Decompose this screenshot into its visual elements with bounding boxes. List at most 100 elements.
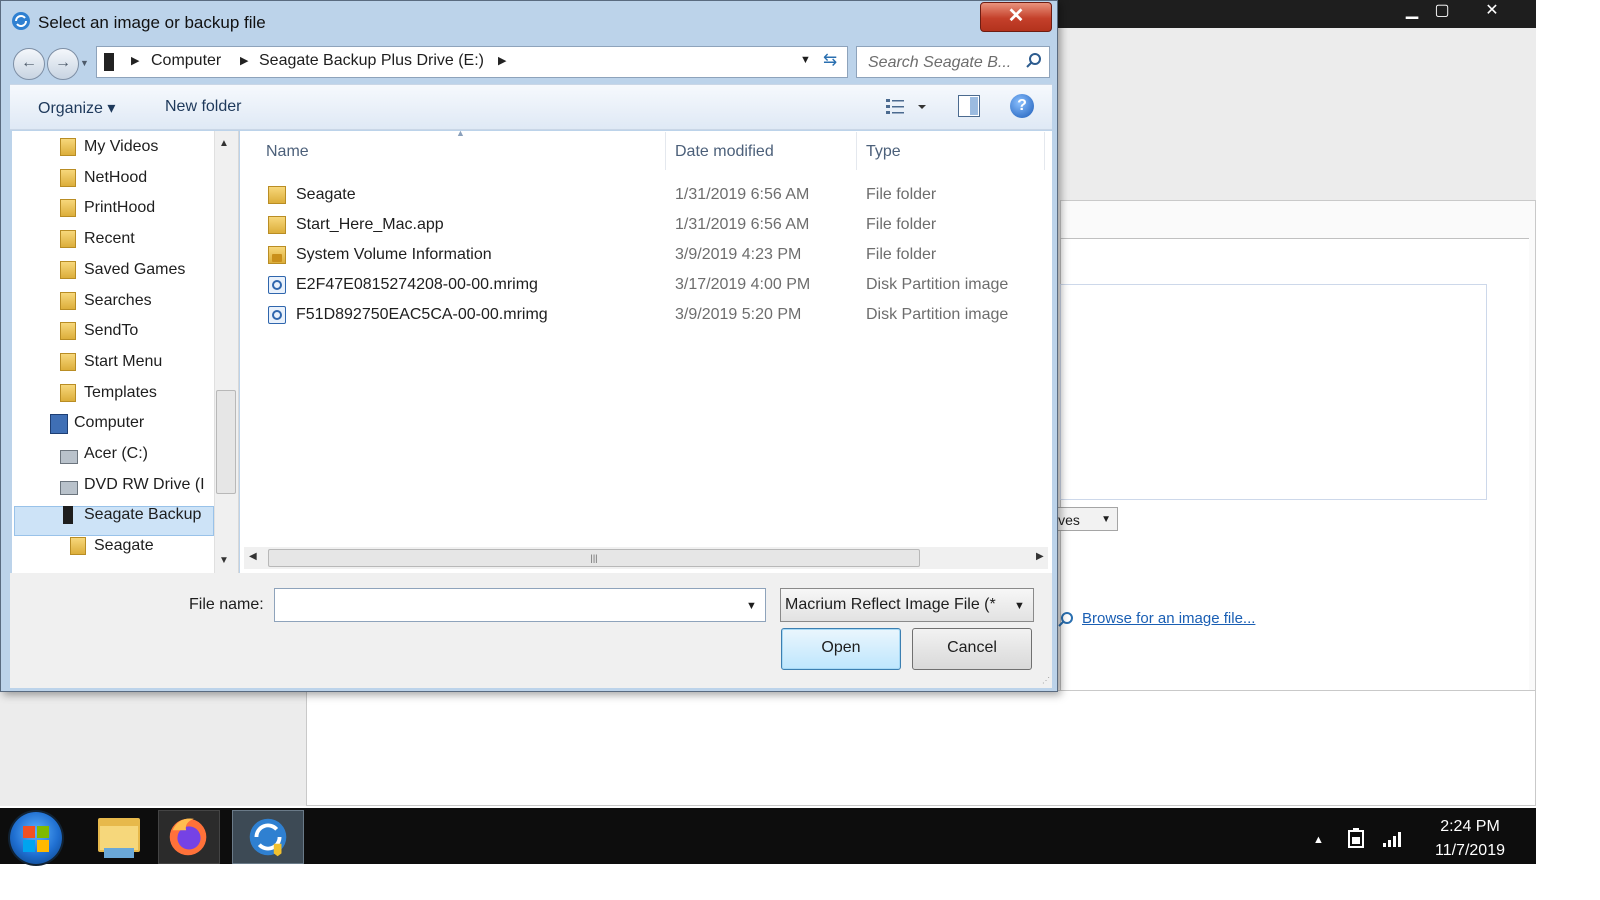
background-lower-panel (306, 690, 1536, 806)
scroll-up-icon[interactable]: ▲ (219, 138, 229, 149)
disk-image-icon (268, 276, 286, 294)
folder-icon (268, 186, 286, 204)
nav-item-label: Start Menu (84, 353, 163, 370)
windows-logo-icon (37, 826, 49, 838)
browse-image-file-link[interactable]: Browse for an image file... (1082, 610, 1255, 627)
breadcrumb-separator-icon[interactable]: ▶ (240, 54, 248, 67)
background-dropdown[interactable]: ives ▼ (1050, 507, 1118, 531)
clock-time[interactable]: 2:24 PM (1420, 818, 1520, 836)
column-divider[interactable] (665, 132, 666, 170)
address-history-dropdown[interactable]: ▼ (800, 54, 811, 66)
new-folder-button[interactable]: New folder (165, 98, 241, 116)
browse-search-icon[interactable] (1057, 610, 1075, 628)
file-type: File folder (866, 216, 937, 233)
locked-folder-icon (268, 246, 286, 264)
back-button[interactable]: ← (13, 48, 45, 80)
file-row[interactable]: F51D892750EAC5CA-00-00.mrimg 3/9/2019 5:2… (260, 301, 1040, 329)
help-icon[interactable]: ? (1010, 94, 1034, 118)
file-date-modified: 3/17/2019 4:00 PM (675, 276, 811, 293)
preview-pane-icon[interactable] (958, 95, 980, 117)
file-name: Start_Here_Mac.app (296, 216, 444, 233)
recent-locations-dropdown[interactable]: ▼ (80, 58, 89, 68)
disk-image-icon (268, 306, 286, 324)
hscrollbar-thumb[interactable]: ||| (268, 549, 920, 567)
file-name: System Volume Information (296, 246, 492, 263)
nav-item-label: Recent (84, 230, 135, 247)
column-header-date-modified[interactable]: Date modified (675, 143, 774, 161)
file-name-input[interactable] (274, 588, 766, 622)
maximize-button[interactable]: ▢ (1420, 0, 1464, 24)
nav-item-label: PrintHood (84, 199, 156, 216)
start-button[interactable] (10, 812, 62, 864)
show-hidden-icons-icon[interactable]: ▲ (1313, 834, 1324, 846)
firefox-icon (169, 818, 207, 856)
column-header-name[interactable]: Name (266, 143, 309, 161)
shortcut-folder-icon (60, 199, 76, 217)
forward-button[interactable]: → (47, 48, 79, 80)
organize-button[interactable]: Organize ▾ (38, 98, 115, 118)
arrow-left-icon: ← (21, 54, 37, 71)
drive-icon (104, 53, 114, 71)
nav-item-label: Seagate (94, 537, 154, 554)
chevron-down-icon: ▼ (1101, 514, 1111, 525)
nav-scrollbar[interactable] (214, 131, 238, 573)
dialog-close-button[interactable]: ✕ (980, 2, 1052, 32)
firefox-taskbar-button[interactable] (158, 810, 220, 864)
folder-icon (268, 216, 286, 234)
computer-icon (50, 414, 68, 434)
nav-item-label: DVD RW Drive (I (84, 476, 205, 493)
file-name: E2F47E0815274208-00-00.mrimg (296, 276, 538, 293)
shortcut-folder-icon (60, 169, 76, 187)
search-placeholder[interactable]: Search Seagate B... (868, 54, 1011, 72)
background-dropdown-label: ives (1055, 512, 1080, 528)
nav-item-label: SendTo (84, 322, 139, 339)
breadcrumb-separator-icon[interactable]: ▶ (131, 54, 139, 67)
scroll-right-icon[interactable]: ▶ (1036, 551, 1044, 562)
scroll-down-icon[interactable]: ▼ (219, 555, 229, 566)
search-folder-icon (60, 292, 76, 310)
file-row[interactable]: Start_Here_Mac.app 1/31/2019 6:56 AM File … (260, 211, 1040, 239)
cancel-button[interactable]: Cancel (912, 628, 1032, 670)
file-name: Seagate (296, 186, 356, 203)
file-type: Disk Partition image (866, 306, 1009, 323)
nav-item-label: Templates (84, 384, 157, 401)
file-date-modified: 1/31/2019 6:56 AM (675, 216, 810, 233)
column-divider[interactable] (856, 132, 857, 170)
macrium-app-icon (12, 12, 30, 30)
file-explorer-icon[interactable] (90, 812, 148, 864)
nav-item-label: Saved Games (84, 261, 186, 278)
network-signal-icon[interactable] (1382, 830, 1402, 848)
column-divider[interactable] (1044, 132, 1045, 170)
file-name: F51D892750EAC5CA-00-00.mrimg (296, 306, 548, 323)
breadcrumb-separator-icon[interactable]: ▶ (498, 54, 506, 67)
file-name-history-dropdown[interactable]: ▼ (746, 600, 757, 612)
close-button[interactable]: ✕ (1470, 0, 1514, 24)
scroll-left-icon[interactable]: ◀ (249, 551, 257, 562)
recent-icon (60, 230, 76, 248)
file-row[interactable]: E2F47E0815274208-00-00.mrimg 3/17/2019 4:… (260, 271, 1040, 299)
nav-scrollbar-thumb[interactable] (216, 390, 236, 494)
nav-item-label: Computer (74, 414, 145, 431)
arrow-right-icon: → (55, 54, 71, 71)
refresh-icon[interactable]: ⇆ (823, 50, 837, 70)
file-type: Disk Partition image (866, 276, 1009, 293)
videos-folder-icon (60, 138, 76, 156)
nav-item-label: Seagate Backup (84, 506, 202, 523)
breadcrumb-computer[interactable]: Computer (151, 52, 221, 70)
clock-date[interactable]: 11/7/2019 (1420, 842, 1520, 860)
breadcrumb-drive[interactable]: Seagate Backup Plus Drive (E:) (259, 52, 484, 70)
macrium-taskbar-button[interactable] (232, 810, 304, 864)
change-view-icon[interactable] (884, 96, 928, 118)
windows-logo-icon (23, 826, 35, 838)
file-type-select[interactable]: Macrium Reflect Image File (* (780, 588, 1034, 622)
resize-grip-icon[interactable]: ⋰ (1042, 676, 1052, 686)
open-button[interactable]: Open (781, 628, 901, 670)
file-row[interactable]: Seagate 1/31/2019 6:56 AM File folder (260, 181, 1040, 209)
search-icon[interactable] (1025, 52, 1043, 70)
file-row[interactable]: System Volume Information 3/9/2019 4:23 P… (260, 241, 1040, 269)
chevron-down-icon[interactable]: ▼ (1014, 600, 1025, 612)
file-type: File folder (866, 186, 937, 203)
background-content-box (1060, 284, 1487, 500)
column-header-type[interactable]: Type (866, 143, 901, 161)
battery-icon[interactable] (1346, 827, 1366, 849)
